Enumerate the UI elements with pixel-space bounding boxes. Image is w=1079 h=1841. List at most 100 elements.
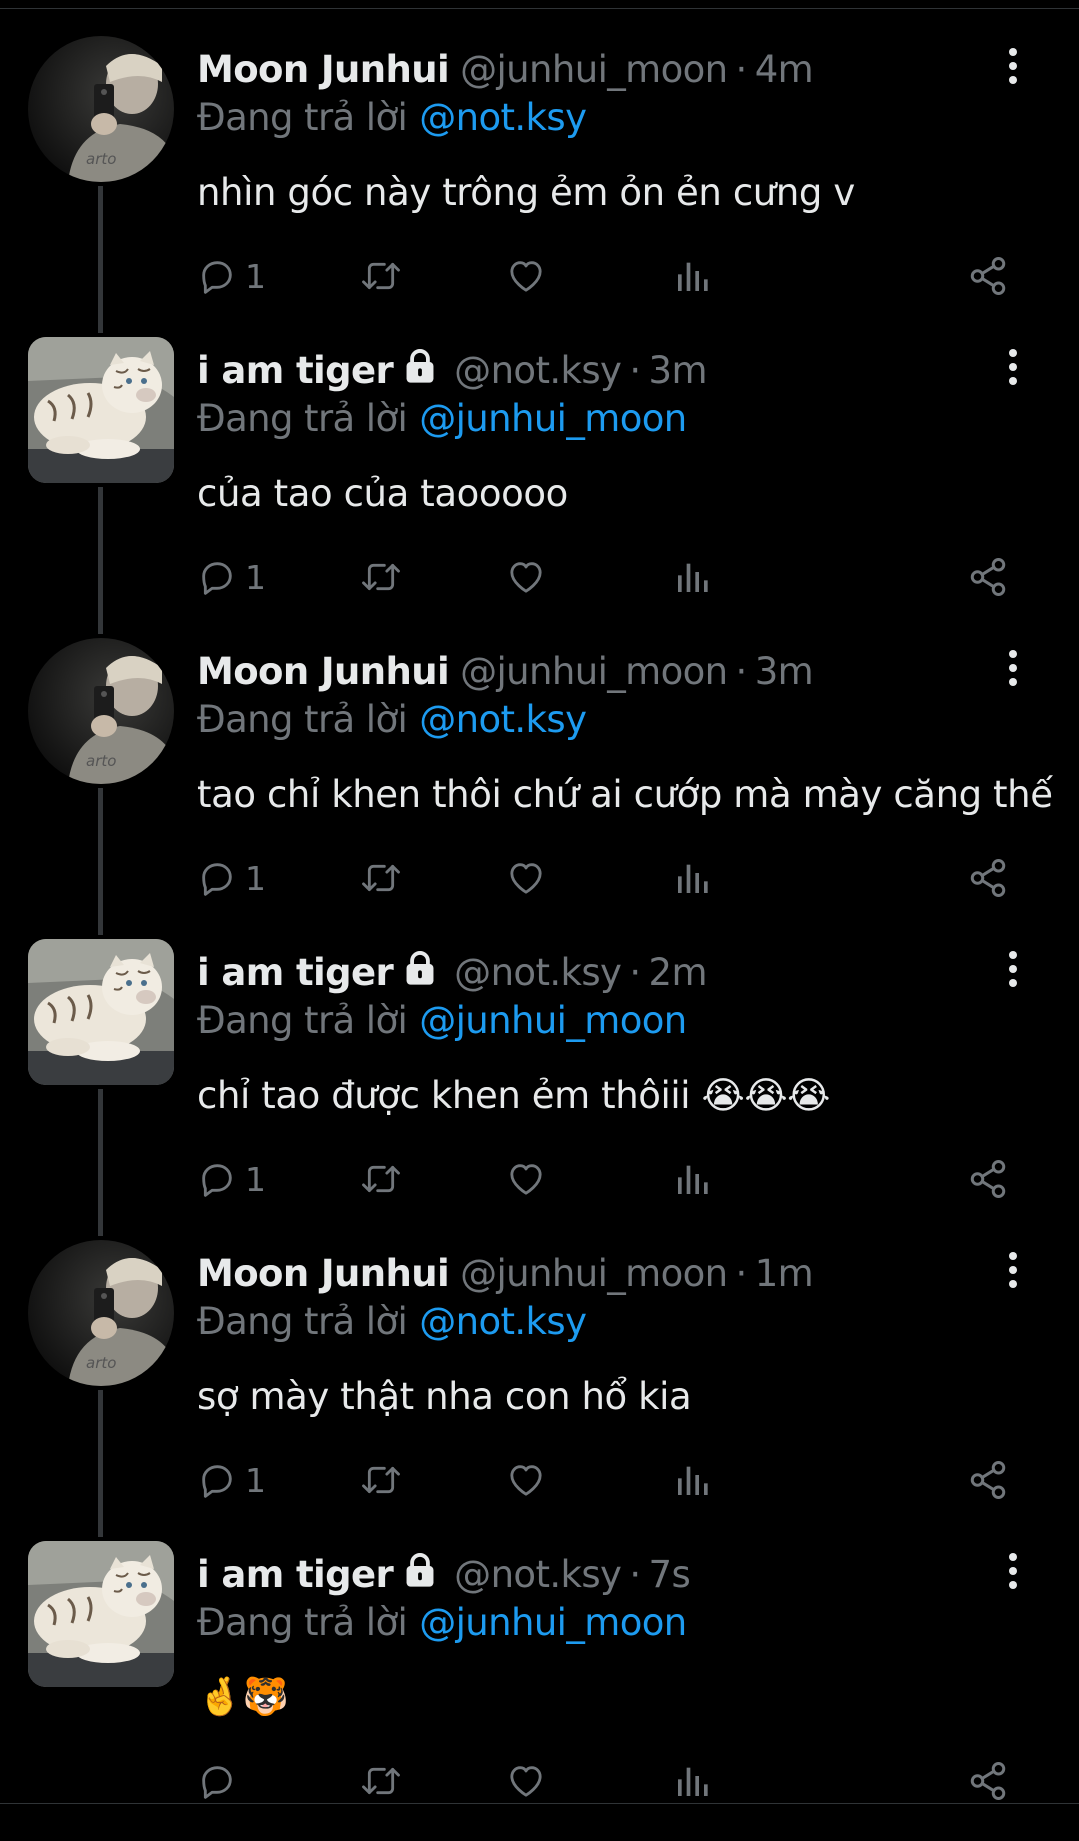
retweet-button[interactable] bbox=[359, 1452, 403, 1508]
reply-button[interactable]: 1 bbox=[197, 248, 266, 304]
display-name[interactable]: i am tiger bbox=[197, 349, 394, 392]
white-tiger-avatar[interactable] bbox=[28, 337, 174, 483]
person-selfie-avatar[interactable]: arto bbox=[28, 638, 174, 784]
share-button[interactable] bbox=[967, 549, 1009, 605]
share-button[interactable] bbox=[967, 1452, 1009, 1508]
separator-dot: · bbox=[629, 950, 641, 994]
like-button[interactable] bbox=[505, 850, 547, 906]
display-name[interactable]: i am tiger bbox=[197, 1553, 394, 1596]
person-selfie-avatar[interactable]: arto bbox=[28, 1240, 174, 1386]
views-button[interactable] bbox=[673, 549, 713, 605]
tweet[interactable]: arto Moon Junhui @junhui_moon · 4m Đang … bbox=[0, 36, 1079, 336]
timestamp[interactable]: 3m bbox=[649, 349, 708, 392]
reply-icon bbox=[197, 1159, 237, 1199]
like-button[interactable] bbox=[505, 248, 547, 304]
reply-icon bbox=[197, 858, 237, 898]
tweet-header: Moon Junhui @junhui_moon · 1m bbox=[197, 1248, 814, 1298]
timestamp[interactable]: 4m bbox=[755, 48, 814, 91]
user-handle[interactable]: @junhui_moon bbox=[460, 1252, 728, 1295]
views-button[interactable] bbox=[673, 850, 713, 906]
display-name[interactable]: Moon Junhui bbox=[197, 48, 450, 91]
reply-button[interactable]: 1 bbox=[197, 1151, 266, 1207]
tweet[interactable]: arto Moon Junhui @junhui_moon · 1m Đang … bbox=[0, 1240, 1079, 1540]
reply-count: 1 bbox=[245, 1460, 266, 1500]
tweet-text: 🤞🐯 bbox=[197, 1675, 289, 1718]
timestamp[interactable]: 3m bbox=[755, 650, 814, 693]
reply-button[interactable]: 1 bbox=[197, 1452, 266, 1508]
views-button[interactable] bbox=[673, 1753, 713, 1809]
share-button[interactable] bbox=[967, 1151, 1009, 1207]
views-button[interactable] bbox=[673, 248, 713, 304]
replying-to-label: Đang trả lời bbox=[197, 697, 408, 741]
reply-count: 1 bbox=[245, 858, 266, 898]
share-button[interactable] bbox=[967, 850, 1009, 906]
display-name[interactable]: Moon Junhui bbox=[197, 1252, 450, 1295]
white-tiger-avatar[interactable] bbox=[28, 1541, 174, 1687]
lock-slot bbox=[393, 347, 443, 394]
like-button[interactable] bbox=[505, 549, 547, 605]
user-handle[interactable]: @junhui_moon bbox=[460, 650, 728, 693]
like-button[interactable] bbox=[505, 1151, 547, 1207]
share-icon bbox=[967, 1459, 1009, 1501]
views-button[interactable] bbox=[673, 1151, 713, 1207]
replying-to: Đang trả lời @junhui_moon bbox=[197, 393, 687, 443]
tweet[interactable]: i am tiger @not.ksy · 7s Đang trả lời @j… bbox=[0, 1541, 1079, 1841]
replying-to-label: Đang trả lời bbox=[197, 1299, 408, 1343]
tweet-actions: 1 bbox=[197, 850, 1017, 906]
user-handle[interactable]: @not.ksy bbox=[454, 951, 622, 994]
user-handle[interactable]: @junhui_moon bbox=[460, 48, 728, 91]
views-icon bbox=[673, 1460, 713, 1500]
lock-slot bbox=[393, 949, 443, 996]
retweet-button[interactable] bbox=[359, 850, 403, 906]
display-name[interactable]: i am tiger bbox=[197, 951, 394, 994]
user-handle[interactable]: @not.ksy bbox=[454, 1553, 622, 1596]
retweet-button[interactable] bbox=[359, 1151, 403, 1207]
replying-to-handle[interactable]: @not.ksy bbox=[419, 96, 587, 139]
reply-button[interactable]: 1 bbox=[197, 549, 266, 605]
white-tiger-avatar[interactable] bbox=[28, 939, 174, 1085]
more-options-icon[interactable] bbox=[1003, 648, 1023, 688]
like-button[interactable] bbox=[505, 1452, 547, 1508]
retweet-button[interactable] bbox=[359, 248, 403, 304]
reply-count: 1 bbox=[245, 557, 266, 597]
retweet-button[interactable] bbox=[359, 1753, 403, 1809]
person-selfie-avatar[interactable]: arto bbox=[28, 36, 174, 182]
share-button[interactable] bbox=[967, 248, 1009, 304]
more-options-icon[interactable] bbox=[1003, 1551, 1023, 1591]
share-button[interactable] bbox=[967, 1753, 1009, 1809]
more-options-icon[interactable] bbox=[1003, 347, 1023, 387]
tweet[interactable]: arto Moon Junhui @junhui_moon · 3m Đang … bbox=[0, 638, 1079, 938]
lock-icon bbox=[401, 1551, 439, 1589]
share-icon bbox=[967, 255, 1009, 297]
display-name[interactable]: Moon Junhui bbox=[197, 650, 450, 693]
timestamp[interactable]: 1m bbox=[755, 1252, 814, 1295]
reply-button[interactable]: 1 bbox=[197, 850, 266, 906]
reply-button[interactable] bbox=[197, 1753, 245, 1809]
timestamp[interactable]: 7s bbox=[649, 1553, 691, 1596]
tweet[interactable]: i am tiger @not.ksy · 3m Đang trả lời @j… bbox=[0, 337, 1079, 637]
share-icon bbox=[967, 556, 1009, 598]
replying-to-handle[interactable]: @junhui_moon bbox=[419, 999, 687, 1042]
retweet-icon bbox=[359, 858, 403, 898]
tweet-actions: 1 bbox=[197, 1151, 1017, 1207]
tweet-header: i am tiger @not.ksy · 7s bbox=[197, 1549, 691, 1599]
heart-icon bbox=[505, 1159, 547, 1199]
share-icon bbox=[967, 1760, 1009, 1802]
replying-to-handle[interactable]: @junhui_moon bbox=[419, 397, 687, 440]
views-button[interactable] bbox=[673, 1452, 713, 1508]
replying-to-handle[interactable]: @junhui_moon bbox=[419, 1601, 687, 1644]
user-handle[interactable]: @not.ksy bbox=[454, 349, 622, 392]
replying-to-handle[interactable]: @not.ksy bbox=[419, 1300, 587, 1343]
timestamp[interactable]: 2m bbox=[649, 951, 708, 994]
tweet-text: sợ mày thật nha con hổ kia bbox=[197, 1374, 692, 1418]
replying-to-handle[interactable]: @not.ksy bbox=[419, 698, 587, 741]
retweet-button[interactable] bbox=[359, 549, 403, 605]
more-options-icon[interactable] bbox=[1003, 949, 1023, 989]
more-options-icon[interactable] bbox=[1003, 1250, 1023, 1290]
like-button[interactable] bbox=[505, 1753, 547, 1809]
tweet-text: của tao của taooooo bbox=[197, 471, 568, 515]
more-options-icon[interactable] bbox=[1003, 46, 1023, 86]
tweet[interactable]: i am tiger @not.ksy · 2m Đang trả lời @j… bbox=[0, 939, 1079, 1239]
top-divider bbox=[0, 8, 1079, 9]
replying-to-label: Đang trả lời bbox=[197, 396, 408, 440]
